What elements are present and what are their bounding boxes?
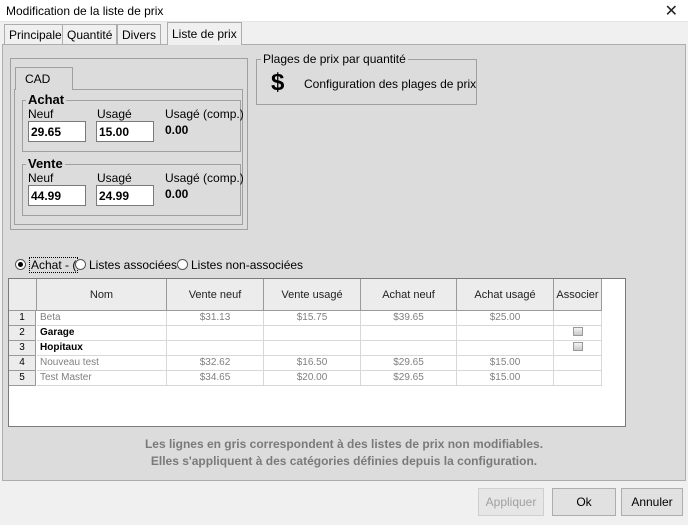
table-cell-achat-neuf[interactable]: $29.65 — [361, 371, 457, 386]
cancel-button[interactable]: Annuler — [621, 488, 683, 516]
row-header[interactable]: 1 — [9, 311, 36, 326]
row-header[interactable]: 5 — [9, 371, 36, 386]
table-cell-achat-usage[interactable] — [457, 341, 554, 356]
table-cell-vente-usage[interactable]: $20.00 — [264, 371, 361, 386]
table-cell-achat-neuf[interactable] — [361, 341, 457, 356]
achat-usage-field[interactable]: 15.00 — [96, 121, 154, 142]
vente-comp-value: 0.00 — [165, 187, 189, 201]
achat-neuf-label: Neuf — [28, 107, 54, 121]
vente-usage-field[interactable]: 24.99 — [96, 185, 154, 206]
table-cell-achat-usage[interactable]: $15.00 — [457, 371, 554, 386]
radio-listes-associees-label: Listes associées — [89, 258, 178, 272]
row-header[interactable]: 4 — [9, 356, 36, 371]
table-cell-associer[interactable] — [554, 371, 602, 386]
table-cell-achat-usage[interactable] — [457, 326, 554, 341]
column-header-vente-usage[interactable]: Vente usagé — [264, 279, 361, 311]
configure-price-ranges-button[interactable]: Configuration des plages de prix — [304, 77, 476, 91]
table-row-nom[interactable]: Beta — [37, 311, 167, 326]
table-cell-associer[interactable] — [554, 341, 602, 356]
table-cell-vente-neuf[interactable]: $32.62 — [167, 356, 264, 371]
table-cell-associer[interactable] — [554, 356, 602, 371]
row-header[interactable]: 3 — [9, 341, 36, 356]
radio-achat-indicator[interactable] — [15, 259, 26, 270]
associer-checkbox[interactable] — [572, 342, 583, 351]
grid-corner — [9, 279, 37, 311]
apply-button[interactable]: Appliquer — [478, 488, 544, 516]
tab-quantite[interactable]: Quantité — [62, 24, 118, 44]
dollar-icon[interactable]: $ — [271, 69, 284, 97]
table-cell-vente-usage[interactable]: $15.75 — [264, 311, 361, 326]
tab-liste-de-prix[interactable]: Liste de prix — [167, 22, 242, 45]
table-cell-vente-neuf[interactable]: $34.65 — [167, 371, 264, 386]
column-header-achat-usage[interactable]: Achat usagé — [457, 279, 554, 311]
table-row-nom[interactable]: Nouveau test — [37, 356, 167, 371]
title-bar: Modification de la liste de prix ✕ — [0, 0, 688, 22]
table-cell-vente-neuf[interactable] — [167, 341, 264, 356]
table-cell-vente-neuf[interactable] — [167, 326, 264, 341]
tab-cad[interactable]: CAD — [15, 67, 73, 90]
radio-listes-non-associees-indicator[interactable] — [177, 259, 188, 270]
column-header-associer[interactable]: Associer — [554, 279, 602, 311]
tab-principale[interactable]: Principale — [4, 24, 67, 44]
table-cell-achat-usage[interactable]: $15.00 — [457, 356, 554, 371]
column-header-nom[interactable]: Nom — [37, 279, 167, 311]
achat-title: Achat — [26, 92, 67, 107]
table-row-nom[interactable]: Hopitaux — [37, 341, 167, 356]
column-header-vente-neuf[interactable]: Vente neuf — [167, 279, 264, 311]
achat-usage-label: Usagé — [97, 107, 132, 121]
ok-button[interactable]: Ok — [552, 488, 616, 516]
table-row-nom[interactable]: Test Master — [37, 371, 167, 386]
table-row-nom[interactable]: Garage — [37, 326, 167, 341]
info-note-line-2: Elles s'appliquent à des catégories défi… — [150, 454, 538, 468]
table-cell-vente-neuf[interactable]: $31.13 — [167, 311, 264, 326]
table-cell-associer[interactable] — [554, 326, 602, 341]
vente-comp-label: Usagé (comp.) — [165, 171, 244, 185]
table-cell-vente-usage[interactable] — [264, 326, 361, 341]
window-title: Modification de la liste de prix — [6, 4, 164, 18]
radio-listes-non-associees[interactable]: Listes non-associées — [177, 258, 303, 274]
price-lists-grid[interactable]: Nom Vente neuf Vente usagé Achat neuf Ac… — [8, 278, 626, 427]
radio-listes-non-associees-label: Listes non-associées — [191, 258, 304, 272]
table-cell-vente-usage[interactable] — [264, 341, 361, 356]
info-note-line-1: Les lignes en gris correspondent à des l… — [144, 437, 544, 451]
close-icon[interactable]: ✕ — [665, 1, 678, 21]
vente-neuf-label: Neuf — [28, 171, 54, 185]
radio-listes-associees[interactable]: Listes associées — [75, 258, 177, 274]
table-cell-achat-neuf[interactable]: $39.65 — [361, 311, 457, 326]
plages-title: Plages de prix par quantité — [261, 52, 408, 66]
vente-usage-label: Usagé — [97, 171, 132, 185]
achat-comp-label: Usagé (comp.) — [165, 107, 244, 121]
radio-listes-associees-indicator[interactable] — [75, 259, 86, 270]
vente-neuf-field[interactable]: 44.99 — [28, 185, 86, 206]
table-cell-achat-neuf[interactable] — [361, 326, 457, 341]
table-cell-vente-usage[interactable]: $16.50 — [264, 356, 361, 371]
tab-divers[interactable]: Divers — [117, 24, 162, 44]
table-cell-achat-neuf[interactable]: $29.65 — [361, 356, 457, 371]
table-cell-associer[interactable] — [554, 311, 602, 326]
table-cell-achat-usage[interactable]: $25.00 — [457, 311, 554, 326]
achat-comp-value: 0.00 — [165, 123, 189, 137]
column-header-achat-neuf[interactable]: Achat neuf — [361, 279, 457, 311]
achat-neuf-field[interactable]: 29.65 — [28, 121, 86, 142]
row-header[interactable]: 2 — [9, 326, 36, 341]
associer-checkbox[interactable] — [572, 327, 583, 336]
radio-achat-label: Achat - ( — [29, 257, 79, 273]
vente-title: Vente — [26, 156, 65, 171]
radio-achat[interactable]: Achat - ( — [15, 257, 79, 274]
